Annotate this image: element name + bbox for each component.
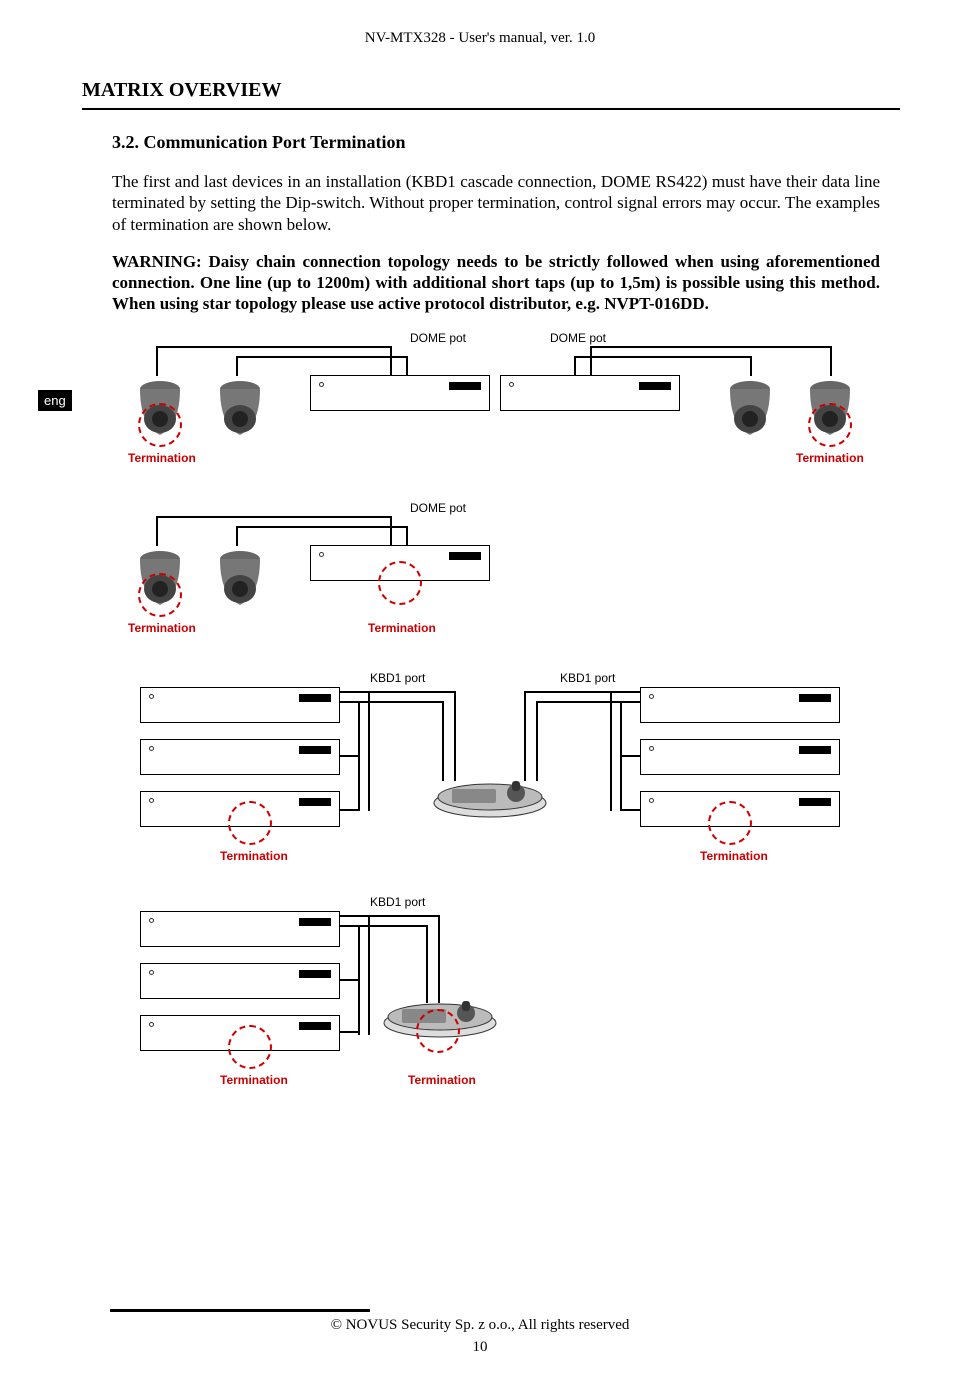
label-termination: Termination	[408, 1073, 476, 1087]
label-dome-pot: DOME pot	[410, 331, 466, 345]
subsection-heading: 3.2. Communication Port Termination	[112, 132, 960, 153]
termination-marker	[228, 1025, 272, 1069]
label-kbd1-port: KBD1 port	[370, 895, 425, 909]
termination-marker	[708, 801, 752, 845]
matrix-switcher-box	[140, 739, 340, 775]
paragraph-warning: WARNING: Daisy chain connection topology…	[112, 251, 880, 315]
dome-camera-icon	[210, 375, 270, 450]
label-dome-pot: DOME pot	[410, 501, 466, 515]
label-kbd1-port: KBD1 port	[370, 671, 425, 685]
matrix-switcher-box	[140, 911, 340, 947]
termination-marker	[138, 573, 182, 617]
matrix-switcher-box	[640, 687, 840, 723]
label-termination: Termination	[700, 849, 768, 863]
label-dome-pot: DOME pot	[550, 331, 606, 345]
matrix-switcher-box	[140, 687, 340, 723]
label-kbd1-port: KBD1 port	[560, 671, 615, 685]
matrix-switcher-box	[640, 739, 840, 775]
doc-header: NV-MTX328 - User's manual, ver. 1.0	[0, 0, 960, 47]
matrix-switcher-box	[500, 375, 680, 411]
label-termination: Termination	[128, 451, 196, 465]
section-title: MATRIX OVERVIEW	[82, 79, 960, 102]
matrix-switcher-box	[310, 375, 490, 411]
matrix-switcher-box	[140, 963, 340, 999]
paragraph-1: The first and last devices in an install…	[112, 171, 880, 235]
dome-camera-icon	[720, 375, 780, 450]
page-number: 10	[0, 1339, 960, 1356]
termination-marker	[416, 1009, 460, 1053]
termination-marker	[378, 561, 422, 605]
dome-camera-icon	[210, 545, 270, 620]
language-tab: eng	[38, 390, 72, 411]
label-termination: Termination	[796, 451, 864, 465]
diagram-area: DOME pot DOME pot Termination Terminatio…	[120, 331, 860, 1131]
termination-marker	[228, 801, 272, 845]
label-termination: Termination	[128, 621, 196, 635]
termination-marker	[138, 403, 182, 447]
label-termination: Termination	[220, 1073, 288, 1087]
footer-text: © NOVUS Security Sp. z o.o., All rights …	[0, 1317, 960, 1334]
keyboard-controller-icon	[430, 771, 550, 824]
label-termination: Termination	[220, 849, 288, 863]
section-rule	[82, 108, 900, 110]
termination-marker	[808, 403, 852, 447]
footer-rule	[110, 1309, 370, 1312]
label-termination: Termination	[368, 621, 436, 635]
